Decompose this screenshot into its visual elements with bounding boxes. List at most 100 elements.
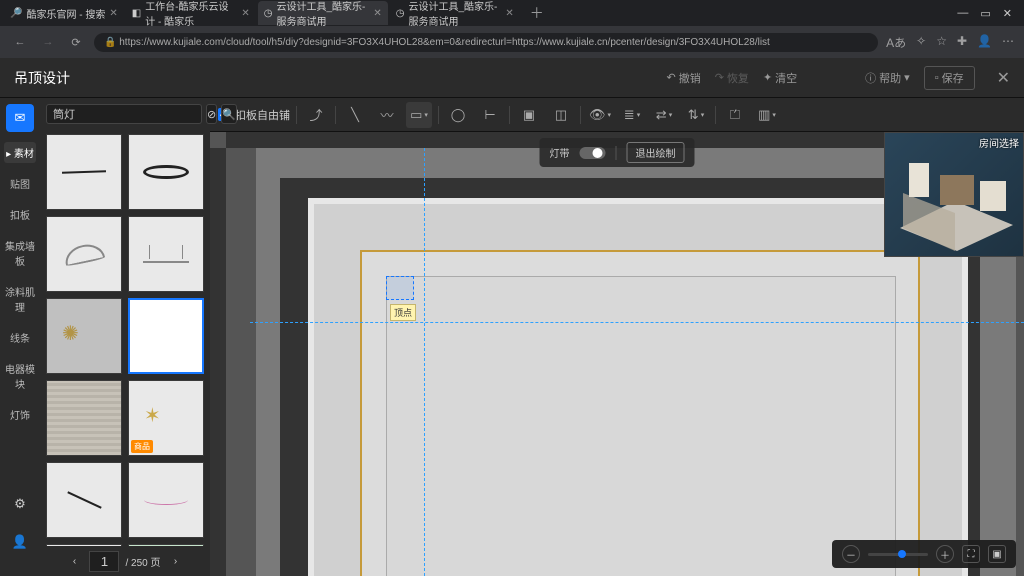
pager: ‹ / 250 页 ›	[40, 546, 210, 576]
browser-tab-active[interactable]: ◷云设计工具_酷家乐-服务商试用 ✕	[258, 1, 388, 25]
zoom-out-icon[interactable]: －	[842, 545, 860, 563]
tab-label: 酷家乐官网 - 搜索	[26, 6, 105, 21]
grid-tool-icon[interactable]: ◫	[548, 102, 574, 128]
asset-thumb[interactable]	[128, 462, 204, 538]
search-input[interactable]	[46, 104, 202, 124]
export-icon[interactable]: ▥	[754, 102, 780, 128]
help-button[interactable]: ⓘ 帮助 ▾	[865, 70, 910, 86]
exit-draw-button[interactable]: 退出绘制	[627, 142, 685, 163]
zoom-fit-icon[interactable]: ⛶	[962, 545, 980, 563]
overflow-icon[interactable]: ⋯	[1002, 34, 1014, 51]
snap-guide-vertical	[424, 148, 425, 576]
product-badge: 商品	[131, 440, 153, 453]
redo-button[interactable]: ↷ 恢复	[715, 70, 749, 86]
user-icon[interactable]: 👤	[6, 528, 34, 556]
collections-icon[interactable]: ✚	[957, 34, 967, 51]
asset-grid: ✺ ✶商品	[40, 130, 210, 546]
favicon: ◧	[132, 8, 141, 19]
rail-wallpanel[interactable]: 集成墙板	[0, 235, 40, 271]
asset-thumb[interactable]: ✶商品	[128, 380, 204, 456]
save-button[interactable]: ▫ 保存	[924, 66, 975, 90]
asset-thumb[interactable]	[46, 462, 122, 538]
tab-label: 云设计工具_酷家乐-服务商试用	[276, 0, 369, 28]
asset-panel: ⊘ 🔍 ✺ ✶商品 ‹ / 250 页 › ◂	[40, 98, 210, 576]
circle-tool-icon[interactable]: ◯	[445, 102, 471, 128]
zoom-slider[interactable]	[868, 553, 928, 556]
snap-tooltip: 顶点	[390, 304, 416, 321]
app-header: 吊顶设计 ↶ 撤销 ↷ 恢复 ✦ 清空 ⓘ 帮助 ▾ ▫ 保存 ✕	[0, 58, 1024, 98]
window-close-icon[interactable]: ✕	[1003, 7, 1012, 20]
asset-thumb[interactable]	[128, 544, 204, 546]
page-next-icon[interactable]: ›	[167, 556, 185, 567]
camera-icon[interactable]: ⏍	[722, 102, 748, 128]
avatar-icon[interactable]: 👤	[977, 34, 992, 51]
clear-search-icon[interactable]: ⊘	[206, 104, 217, 124]
layers-icon[interactable]: ≣	[619, 102, 645, 128]
rail-tiles[interactable]: 扣板	[8, 204, 32, 225]
asset-thumb[interactable]	[128, 134, 204, 210]
url-text: https://www.kujiale.com/cloud/tool/h5/di…	[119, 37, 770, 48]
rail-strips[interactable]: 线条	[8, 327, 32, 348]
browser-tab[interactable]: ◷云设计工具_酷家乐-服务商试用 ✕	[390, 1, 520, 25]
curve-tool-icon[interactable]: 〰	[374, 102, 400, 128]
window-maximize-icon[interactable]: ▭	[980, 7, 990, 20]
light-label: 灯带	[550, 145, 570, 160]
asset-thumb[interactable]: ✺	[46, 298, 122, 374]
new-tab-button[interactable]: ＋	[522, 3, 552, 23]
close-icon[interactable]: ✕	[109, 8, 117, 19]
zoom-reset-icon[interactable]: ▣	[988, 545, 1006, 563]
asset-thumb[interactable]	[46, 544, 122, 546]
asset-thumb[interactable]	[128, 216, 204, 292]
asset-thumb[interactable]	[46, 380, 122, 456]
app-close-icon[interactable]: ✕	[989, 68, 1010, 88]
page-prev-icon[interactable]: ‹	[65, 556, 83, 567]
light-toggle[interactable]	[580, 147, 606, 159]
nav-back-icon[interactable]: ←	[10, 36, 30, 48]
translate-icon[interactable]: Aあ	[886, 34, 906, 51]
url-field[interactable]: 🔒 https://www.kujiale.com/cloud/tool/h5/…	[94, 33, 878, 52]
rail-materials[interactable]: ▸ 素材	[4, 142, 36, 163]
page-title: 吊顶设计	[14, 68, 70, 88]
light-strip-bar: 灯带 退出绘制	[540, 138, 695, 167]
rail-textures[interactable]: 贴图	[8, 173, 32, 194]
close-icon[interactable]: ✕	[241, 8, 249, 19]
clear-button[interactable]: ✦ 清空	[763, 70, 797, 86]
rail-paint[interactable]: 涂料肌理	[0, 281, 40, 317]
room-minimap[interactable]: 房间选择	[884, 132, 1024, 257]
favicon: ◷	[396, 8, 405, 19]
undo-button[interactable]: ↶ 撤销	[667, 70, 701, 86]
close-icon[interactable]: ✕	[505, 8, 513, 19]
address-bar: ← → ⟳ 🔒 https://www.kujiale.com/cloud/to…	[0, 26, 1024, 58]
settings-icon[interactable]: ⚙	[6, 490, 34, 518]
upload-icon[interactable]: ⤴	[303, 102, 329, 128]
tab-label: 云设计工具_酷家乐-服务商试用	[408, 0, 501, 28]
browser-tab[interactable]: 🔎酷家乐官网 - 搜索✕	[4, 1, 124, 25]
nav-forward-icon[interactable]: →	[38, 36, 58, 48]
browser-tab[interactable]: ◧工作台-酷家乐云设计 - 酷家乐✕	[126, 1, 256, 25]
asset-thumb[interactable]	[46, 216, 122, 292]
close-icon[interactable]: ✕	[373, 8, 381, 19]
page-total: / 250 页	[125, 554, 160, 569]
rail-mail-icon[interactable]: ✉	[6, 104, 34, 132]
search-icon[interactable]: 🔍	[221, 104, 237, 124]
asset-thumb-selected[interactable]	[128, 298, 204, 374]
asset-thumb[interactable]	[46, 134, 122, 210]
draw-preview-rect[interactable]	[386, 276, 414, 300]
reader-icon[interactable]: ✧	[916, 34, 926, 51]
zoom-in-icon[interactable]: ＋	[936, 545, 954, 563]
rail-appliances[interactable]: 电器模块	[0, 358, 40, 394]
line-tool-icon[interactable]: ╲	[342, 102, 368, 128]
rail-lighting[interactable]: 灯饰	[8, 404, 32, 425]
window-minimize-icon[interactable]: —	[957, 7, 968, 20]
ruler-tool-icon[interactable]: ⊢	[477, 102, 503, 128]
area-tool-icon[interactable]: ▣	[516, 102, 542, 128]
flip-h-icon[interactable]: ⇄	[651, 102, 677, 128]
page-input[interactable]	[89, 551, 119, 572]
ruler-vertical	[210, 148, 226, 576]
nav-refresh-icon[interactable]: ⟳	[66, 36, 86, 49]
favicon: ◷	[264, 8, 273, 19]
view-icon[interactable]: 👁	[587, 102, 613, 128]
rect-tool-icon[interactable]: ▭	[406, 102, 432, 128]
favorites-icon[interactable]: ☆	[936, 34, 947, 51]
flip-v-icon[interactable]: ⇅	[683, 102, 709, 128]
